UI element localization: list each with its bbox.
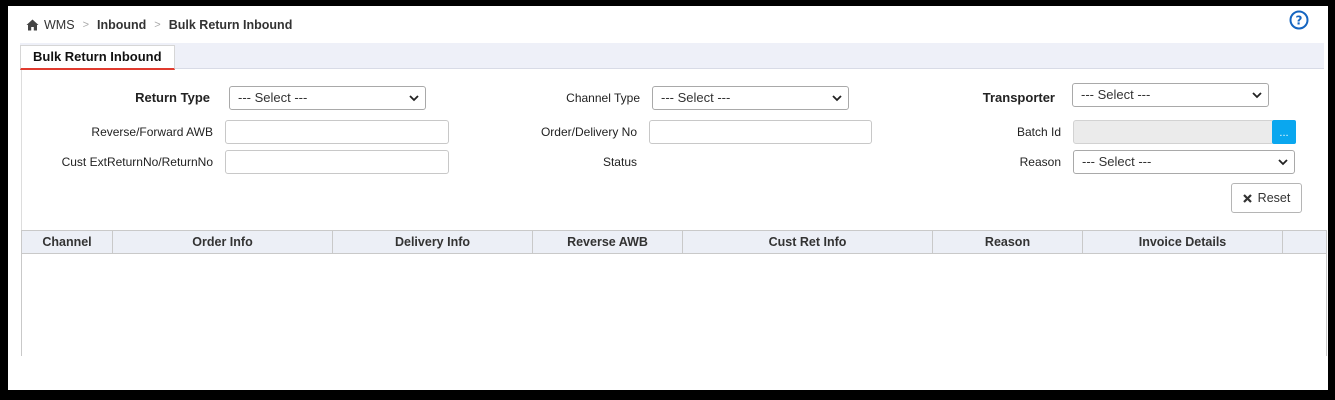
channel-type-select[interactable]: --- Select --- (652, 86, 849, 110)
column-header-cust-ret-info[interactable]: Cust Ret Info (683, 231, 933, 253)
results-grid: Channel Order Info Delivery Info Reverse… (21, 230, 1327, 356)
breadcrumb-separator: > (82, 19, 89, 31)
home-icon[interactable] (26, 19, 39, 31)
breadcrumb-current: Bulk Return Inbound (168, 18, 293, 32)
reset-button[interactable]: Reset (1231, 183, 1302, 213)
reset-label: Reset (1257, 191, 1291, 205)
help-icon[interactable]: ? (1289, 10, 1309, 30)
cust-return-label: Cust ExtReturnNo/ReturnNo (61, 155, 213, 169)
column-header-invoice-details[interactable]: Invoice Details (1083, 231, 1283, 253)
chevron-down-icon (1252, 92, 1262, 99)
transporter-value: --- Select --- (1081, 87, 1151, 102)
close-icon (1242, 193, 1252, 203)
column-header-order-info[interactable]: Order Info (113, 231, 333, 253)
breadcrumb: WMS > Inbound > Bulk Return Inbound (26, 18, 292, 32)
channel-type-label: Channel Type (566, 91, 640, 105)
column-header-delivery-info[interactable]: Delivery Info (333, 231, 533, 253)
app-frame: WMS > Inbound > Bulk Return Inbound ? Bu… (0, 0, 1335, 400)
batch-id-lookup-button[interactable]: ... (1272, 120, 1296, 144)
chevron-down-icon (832, 95, 842, 102)
order-delivery-input[interactable] (649, 120, 872, 144)
order-delivery-label: Order/Delivery No (540, 125, 637, 139)
column-header-channel[interactable]: Channel (22, 231, 113, 253)
filter-form: Return Type --- Select --- Channel Type … (21, 70, 1326, 230)
transporter-select[interactable]: --- Select --- (1072, 83, 1269, 107)
grid-header: Channel Order Info Delivery Info Reverse… (22, 231, 1326, 254)
status-label: Status (602, 155, 637, 169)
chevron-down-icon (1278, 159, 1288, 166)
reverse-awb-label: Reverse/Forward AWB (91, 125, 213, 139)
svg-text:?: ? (1296, 14, 1303, 28)
return-type-label: Return Type (135, 90, 210, 105)
return-type-select[interactable]: --- Select --- (229, 86, 426, 110)
breadcrumb-root[interactable]: WMS (44, 18, 75, 32)
tab-bulk-return-inbound[interactable]: Bulk Return Inbound (20, 45, 175, 70)
batch-id-input (1073, 120, 1274, 144)
reason-select[interactable]: --- Select --- (1073, 150, 1295, 174)
return-type-value: --- Select --- (238, 90, 308, 105)
transporter-label: Transporter (982, 90, 1055, 105)
column-header-reason[interactable]: Reason (933, 231, 1083, 253)
batch-id-label: Batch Id (1016, 125, 1061, 139)
chevron-down-icon (409, 95, 419, 102)
reverse-awb-input[interactable] (225, 120, 449, 144)
cust-return-input[interactable] (225, 150, 449, 174)
tab-bar: Bulk Return Inbound (20, 43, 1324, 70)
channel-type-value: --- Select --- (661, 90, 731, 105)
breadcrumb-inbound[interactable]: Inbound (97, 18, 146, 32)
reason-value: --- Select --- (1082, 154, 1152, 169)
reason-label: Reason (1019, 155, 1061, 169)
column-header-reverse-awb[interactable]: Reverse AWB (533, 231, 683, 253)
breadcrumb-separator: > (154, 19, 161, 31)
